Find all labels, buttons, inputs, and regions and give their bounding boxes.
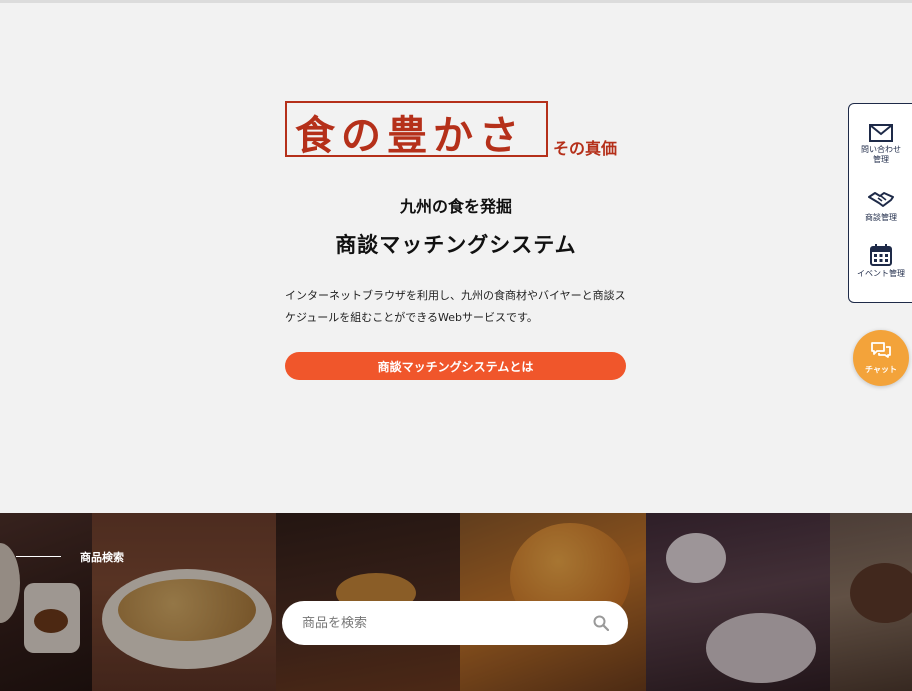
side-panel: 問い合わせ 管理 商談管理 イベント管理 (848, 103, 912, 303)
product-search-banner: 商品検索 (0, 513, 912, 691)
side-item-label: 問い合わせ 管理 (861, 145, 901, 164)
section-title-line (16, 556, 61, 557)
hero-kicker: 九州の食を発掘 (399, 197, 512, 216)
side-item-label: 商談管理 (865, 213, 897, 222)
logo-tagline: その真価 (553, 139, 618, 158)
side-item-negotiation[interactable]: 商談管理 (849, 190, 912, 223)
hero-section: 食の豊かさ その真価 九州の食を発掘 商談マッチングシステム インターネットブラ… (0, 3, 912, 513)
chat-bubbles-icon (870, 341, 892, 363)
hero-description: インターネットブラウザを利用し、九州の食商材やバイヤーと商談スケジュールを組むこ… (285, 289, 626, 324)
logo: 食の豊かさ その真価 (285, 99, 630, 161)
handshake-icon (868, 190, 894, 210)
product-search-input[interactable] (302, 615, 590, 631)
chat-button[interactable]: チャット (853, 330, 909, 386)
product-search-box (282, 601, 628, 645)
chat-label: チャット (865, 365, 897, 374)
side-item-label: イベント管理 (857, 269, 905, 278)
side-item-event[interactable]: イベント管理 (849, 244, 912, 279)
about-system-button[interactable]: 商談マッチングシステムとは (285, 352, 626, 380)
mail-icon (869, 124, 893, 142)
side-item-inquiry[interactable]: 問い合わせ 管理 (849, 124, 912, 165)
page-title: 商談マッチングシステム (335, 233, 577, 257)
calendar-icon (870, 244, 892, 266)
search-icon[interactable] (590, 612, 612, 634)
logo-text: 食の豊かさ (295, 112, 525, 159)
section-title: 商品検索 (80, 551, 124, 564)
